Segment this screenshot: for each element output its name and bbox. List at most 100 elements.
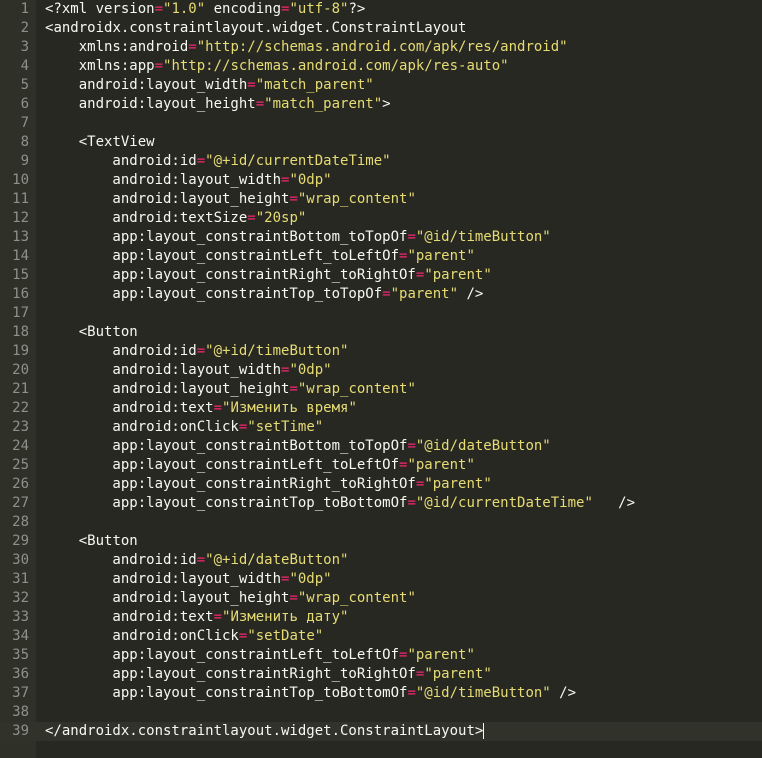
code-line[interactable]: 39 </androidx.constraintlayout.widget.Con… — [0, 722, 762, 741]
code-line[interactable]: 2 <androidx.constraintlayout.widget.Const… — [0, 19, 762, 38]
code-line[interactable]: 12 android:textSize="20sp" — [0, 209, 762, 228]
line-code[interactable]: app:layout_constraintTop_toTopOf="parent… — [45, 285, 483, 304]
line-code[interactable]: android:onClick="setDate" — [45, 627, 323, 646]
code-line[interactable]: 1 <?xml version="1.0" encoding="utf-8"?> — [0, 0, 762, 19]
line-code[interactable]: android:textSize="20sp" — [45, 209, 306, 228]
code-line[interactable]: 3 xmlns:android="http://schemas.android.… — [0, 38, 762, 57]
line-code[interactable]: app:layout_constraintRight_toRightOf="pa… — [45, 665, 491, 684]
line-code[interactable]: </androidx.constraintlayout.widget.Const… — [45, 722, 485, 741]
code-line[interactable]: 23 android:onClick="setTime" — [0, 418, 762, 437]
line-number: 23 — [12, 419, 29, 435]
code-line[interactable]: 29 <Button — [0, 532, 762, 551]
line-code[interactable]: android:layout_height="wrap_content" — [45, 190, 415, 209]
line-code[interactable]: xmlns:android="http://schemas.android.co… — [45, 38, 568, 57]
line-code[interactable]: android:onClick="setTime" — [45, 418, 323, 437]
code-line[interactable]: 6 android:layout_height="match_parent"> — [0, 95, 762, 114]
line-number: 16 — [12, 286, 29, 302]
line-code[interactable]: app:layout_constraintBottom_toTopOf="@id… — [45, 228, 550, 247]
token-str: "@+id/dateButton" — [205, 552, 349, 568]
token-str: "http://schemas.android.com/apk/res-auto… — [163, 58, 509, 74]
line-code[interactable]: android:layout_height="wrap_content" — [45, 380, 415, 399]
code-line[interactable]: 36 app:layout_constraintRight_toRightOf=… — [0, 665, 762, 684]
line-code[interactable]: <Button — [45, 532, 138, 551]
line-code[interactable]: android:id="@+id/currentDateTime" — [45, 152, 390, 171]
line-code[interactable]: android:layout_height="match_parent"> — [45, 95, 391, 114]
code-line[interactable]: 30 android:id="@+id/dateButton" — [0, 551, 762, 570]
line-code[interactable]: xmlns:app="http://schemas.android.com/ap… — [45, 57, 509, 76]
code-line[interactable]: 28 — [0, 513, 762, 532]
line-code[interactable]: app:layout_constraintLeft_toLeftOf="pare… — [45, 247, 475, 266]
line-code[interactable]: <Button — [45, 323, 138, 342]
line-code[interactable]: android:text="Изменить дату" — [45, 608, 348, 627]
token-attr: android:text — [45, 609, 214, 625]
line-code[interactable]: android:id="@+id/dateButton" — [45, 551, 348, 570]
code-line[interactable]: 32 android:layout_height="wrap_content" — [0, 589, 762, 608]
line-number: 4 — [20, 58, 29, 74]
token-str: "parent" — [390, 286, 459, 302]
token-pi: <?xml version — [45, 1, 155, 17]
line-number: 39 — [12, 723, 29, 739]
line-code[interactable]: app:layout_constraintRight_toRightOf="pa… — [45, 475, 491, 494]
line-code[interactable]: <androidx.constraintlayout.widget.Constr… — [45, 19, 466, 38]
line-code[interactable]: android:id="@+id/timeButton" — [45, 342, 348, 361]
code-line[interactable]: 38 — [0, 703, 762, 722]
token-tag: Button — [87, 324, 138, 340]
line-code[interactable]: android:layout_width="0dp" — [45, 361, 331, 380]
code-line[interactable]: 4 xmlns:app="http://schemas.android.com/… — [0, 57, 762, 76]
line-number: 14 — [12, 248, 29, 264]
code-line[interactable]: 21 android:layout_height="wrap_content" — [0, 380, 762, 399]
line-code[interactable]: app:layout_constraintTop_toBottomOf="@id… — [45, 684, 576, 703]
code-line[interactable]: 14 app:layout_constraintLeft_toLeftOf="p… — [0, 247, 762, 266]
token-attr: app:layout_constraintTop_toBottomOf — [45, 495, 408, 511]
line-number: 37 — [12, 685, 29, 701]
token-attr: android:layout_width — [45, 571, 282, 587]
code-line[interactable]: 16 app:layout_constraintTop_toTopOf="par… — [0, 285, 762, 304]
code-line[interactable]: 35 app:layout_constraintLeft_toLeftOf="p… — [0, 646, 762, 665]
line-code[interactable]: app:layout_constraintTop_toBottomOf="@id… — [45, 494, 635, 513]
code-line[interactable]: 17 — [0, 304, 762, 323]
token-str: "parent" — [407, 248, 475, 264]
code-line[interactable]: 24 app:layout_constraintBottom_toTopOf="… — [0, 437, 762, 456]
line-code[interactable]: app:layout_constraintLeft_toLeftOf="pare… — [45, 456, 474, 475]
code-line[interactable]: 37 app:layout_constraintTop_toBottomOf="… — [0, 684, 762, 703]
line-code[interactable]: app:layout_constraintRight_toRightOf="pa… — [45, 266, 491, 285]
code-line[interactable]: 15 app:layout_constraintRight_toRightOf=… — [0, 266, 762, 285]
code-line[interactable]: 8 <TextView — [0, 133, 762, 152]
line-number: 7 — [20, 115, 29, 131]
code-line[interactable]: 33 android:text="Изменить дату" — [0, 608, 762, 627]
token-str: "match_parent" — [264, 96, 383, 112]
token-eq: = — [289, 590, 298, 606]
code-line[interactable]: 13 app:layout_constraintBottom_toTopOf="… — [0, 228, 762, 247]
code-line[interactable]: 11 android:layout_height="wrap_content" — [0, 190, 762, 209]
code-line[interactable]: 26 app:layout_constraintRight_toRightOf=… — [0, 475, 762, 494]
line-code[interactable]: android:layout_width="0dp" — [45, 570, 331, 589]
code-line[interactable]: 7 — [0, 114, 762, 133]
token-eq: = — [289, 381, 298, 397]
line-code[interactable]: android:layout_height="wrap_content" — [45, 589, 415, 608]
token-attr: android:layout_width — [45, 77, 248, 93]
code-line[interactable]: 25 app:layout_constraintLeft_toLeftOf="p… — [0, 456, 762, 475]
code-line[interactable]: 20 android:layout_width="0dp" — [0, 361, 762, 380]
line-code[interactable]: <TextView — [45, 133, 155, 152]
code-line[interactable]: 31 android:layout_width="0dp" — [0, 570, 762, 589]
code-editor[interactable]: 1 <?xml version="1.0" encoding="utf-8"?> 2… — [0, 0, 762, 758]
code-line[interactable]: 22 android:text="Изменить время" — [0, 399, 762, 418]
code-line[interactable]: 34 android:onClick="setDate" — [0, 627, 762, 646]
code-line[interactable]: 5 android:layout_width="match_parent" — [0, 76, 762, 95]
line-code[interactable]: app:layout_constraintBottom_toTopOf="@id… — [45, 437, 550, 456]
line-code[interactable]: app:layout_constraintLeft_toLeftOf="pare… — [45, 646, 474, 665]
code-line[interactable]: 27 app:layout_constraintTop_toBottomOf="… — [0, 494, 762, 513]
token-str: "Изменить время" — [222, 400, 357, 416]
line-code[interactable]: android:layout_width="0dp" — [45, 171, 331, 190]
code-line[interactable]: 18 <Button — [0, 323, 762, 342]
token-str: "@id/timeButton" — [415, 685, 551, 701]
line-code[interactable]: <?xml version="1.0" encoding="utf-8"?> — [45, 0, 365, 19]
token-str: "setTime" — [247, 419, 324, 435]
line-code[interactable]: android:text="Изменить время" — [45, 399, 357, 418]
line-number: 20 — [12, 362, 29, 378]
line-code[interactable]: android:layout_width="match_parent" — [45, 76, 374, 95]
code-line[interactable]: 10 android:layout_width="0dp" — [0, 171, 762, 190]
token-eq: = — [407, 229, 416, 245]
code-line[interactable]: 19 android:id="@+id/timeButton" — [0, 342, 762, 361]
code-line[interactable]: 9 android:id="@+id/currentDateTime" — [0, 152, 762, 171]
